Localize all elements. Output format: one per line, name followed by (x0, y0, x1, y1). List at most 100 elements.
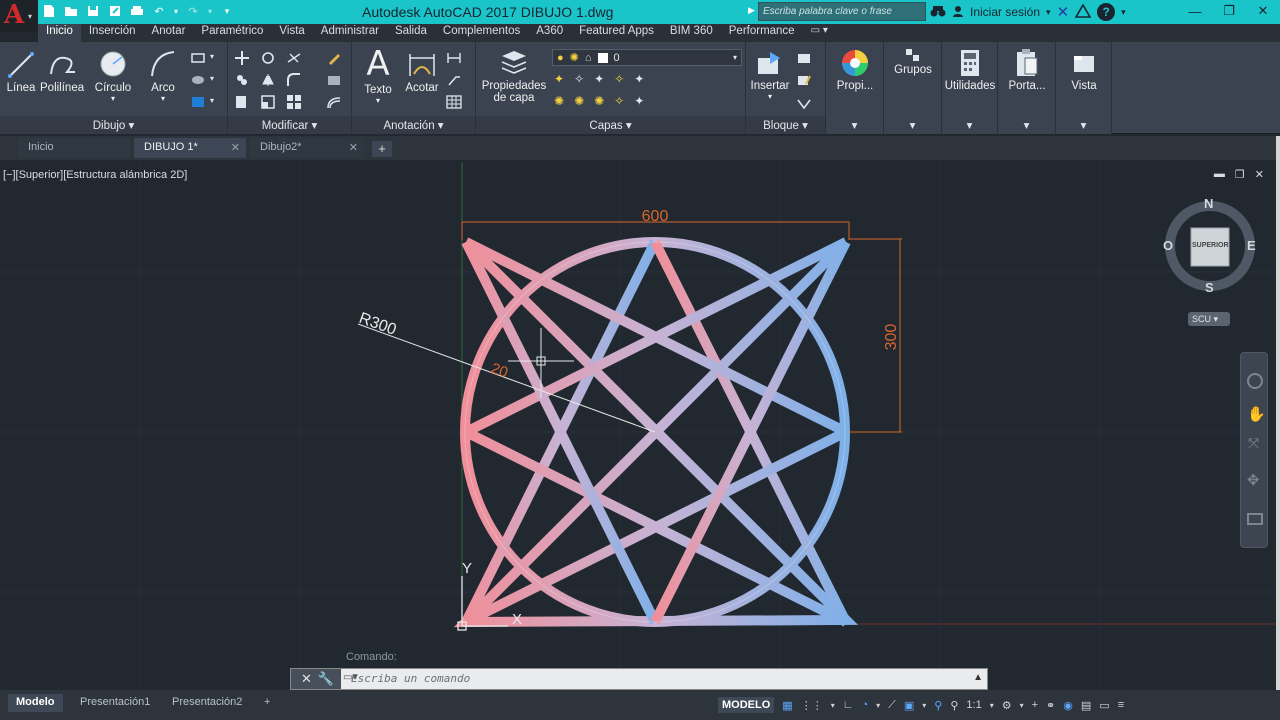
pan-icon[interactable]: ✋ (1247, 405, 1266, 423)
mirror-icon[interactable] (260, 72, 276, 88)
dimension-tool-button[interactable]: Acotar (402, 48, 442, 94)
tab-inicio[interactable]: Inicio (38, 24, 81, 42)
move-icon[interactable] (234, 50, 250, 66)
layer-properties-button[interactable]: Propiedades de capa (480, 48, 548, 104)
erase-icon[interactable] (326, 50, 342, 66)
tab-performance[interactable]: Performance (721, 24, 803, 42)
panel-anotacion-label[interactable]: Anotación ▾ (352, 116, 475, 134)
application-menu-button[interactable]: A ▾ (0, 0, 38, 32)
binoculars-icon[interactable] (930, 5, 946, 20)
ortho-icon[interactable]: ∟ (843, 699, 854, 711)
tab-administrar[interactable]: Administrar (313, 24, 387, 42)
properties-button[interactable]: Propi... (832, 48, 878, 92)
vertical-scrollbar[interactable] (1276, 136, 1280, 700)
tab-insercion[interactable]: Inserción (81, 24, 144, 42)
gradient-icon[interactable] (190, 94, 206, 110)
open-file-icon[interactable] (62, 2, 80, 20)
annotation-visibility-icon[interactable]: ⚲ (934, 699, 942, 712)
user-icon[interactable] (952, 5, 964, 20)
panel-dibujo-label[interactable]: Dibujo ▾ (0, 116, 227, 134)
scale-dropdown-icon[interactable]: ▾ (990, 701, 994, 710)
help-dropdown-icon[interactable]: ▾ (1121, 7, 1126, 18)
isolate-objects-icon[interactable]: ▤ (1081, 699, 1091, 712)
tab-a360[interactable]: A360 (528, 24, 571, 42)
tab-bim360[interactable]: BIM 360 (662, 24, 721, 42)
doc-tab-dibujo1[interactable]: DIBUJO 1* ✕ (134, 138, 246, 158)
annotation-monitor-icon[interactable]: + (1032, 699, 1038, 711)
circle-tool-button[interactable]: Círculo ▾ (92, 48, 134, 103)
clipboard-expand-icon[interactable]: ▾ (998, 116, 1055, 134)
panel-capas-label[interactable]: Capas ▾ (476, 116, 745, 134)
close-window-button[interactable]: ✕ (1246, 0, 1280, 22)
scale-value[interactable]: 1:1 (966, 699, 981, 711)
view-button[interactable]: Vista (1060, 48, 1108, 92)
command-history-toggle-icon[interactable]: ▲ (973, 672, 983, 683)
arc-tool-button[interactable]: Arco ▾ (144, 48, 182, 103)
exchange-apps-icon[interactable]: ✕ (1057, 3, 1070, 21)
utilities-expand-icon[interactable]: ▾ (942, 116, 997, 134)
steering-wheel-icon[interactable] (1247, 373, 1263, 389)
view-expand-icon[interactable]: ▾ (1056, 116, 1111, 134)
restore-button[interactable]: ❐ (1212, 0, 1246, 22)
tab-salida[interactable]: Salida (387, 24, 435, 42)
hatch-icon[interactable] (190, 72, 206, 88)
layout-tab-presentacion2[interactable]: Presentación2 (164, 694, 250, 712)
command-customize-icon[interactable]: 🔧 (318, 671, 334, 687)
offset-icon[interactable] (326, 94, 342, 110)
linear-dim-icon[interactable] (446, 50, 462, 66)
stretch-icon[interactable] (234, 94, 250, 110)
zoom-extents-icon[interactable]: ⤧ (1248, 435, 1259, 452)
hardware-acceleration-icon[interactable]: ◉ (1063, 699, 1073, 712)
search-expand-icon[interactable]: ▶ (748, 5, 755, 16)
arc-dropdown-icon[interactable]: ▾ (144, 94, 182, 103)
orbit-icon[interactable]: ✥ (1247, 471, 1260, 489)
leader-icon[interactable] (446, 72, 462, 88)
layer-dropdown[interactable]: ● ✺ ⌂ 0 ▾ (552, 49, 742, 66)
viewcube-east[interactable]: E (1247, 238, 1256, 253)
layer-tool-6-icon[interactable]: ✺ (554, 94, 564, 108)
layer-tool-3-icon[interactable]: ✦ (594, 72, 604, 86)
minimize-button[interactable]: — (1178, 0, 1212, 22)
clipboard-button[interactable]: Porta... (1002, 48, 1052, 92)
a360-icon[interactable] (1074, 2, 1092, 21)
units-icon[interactable]: ⚭ (1046, 699, 1055, 712)
help-icon[interactable]: ? (1097, 3, 1116, 21)
customize-status-icon[interactable]: ≡ (1118, 699, 1124, 711)
snap-icon[interactable]: ⋮⋮ (801, 699, 823, 712)
workspace-dropdown-icon[interactable]: ▾ (1020, 701, 1024, 710)
showmotion-icon[interactable] (1247, 513, 1263, 525)
tab-parametrico[interactable]: Paramétrico (193, 24, 271, 42)
fillet-icon[interactable] (286, 72, 302, 88)
properties-expand-icon[interactable]: ▾ (826, 116, 883, 134)
attribute-icon[interactable] (796, 94, 812, 110)
layer-tool-7-icon[interactable]: ✺ (574, 94, 584, 108)
text-dropdown-icon[interactable]: ▾ (360, 96, 396, 105)
trim-icon[interactable] (286, 50, 302, 66)
panel-bloque-label[interactable]: Bloque ▾ (746, 116, 825, 134)
save-as-icon[interactable] (106, 2, 124, 20)
polar-icon[interactable]: ◔ (861, 699, 868, 711)
snap-dropdown-icon[interactable]: ▾ (831, 701, 835, 710)
osnap-dropdown-icon[interactable]: ▾ (922, 701, 926, 710)
workspace-gear-icon[interactable]: ⚙ (1002, 699, 1012, 712)
ribbon-options-icon[interactable]: ▭ ▾ (803, 24, 836, 42)
text-tool-button[interactable]: A Texto ▾ (360, 46, 396, 105)
new-file-icon[interactable] (40, 2, 58, 20)
array-icon[interactable] (286, 94, 302, 110)
rotate-icon[interactable] (260, 50, 276, 66)
explode-icon[interactable] (326, 72, 342, 88)
new-tab-button[interactable]: + (372, 141, 392, 157)
tab-vista[interactable]: Vista (271, 24, 312, 42)
layout-tab-presentacion1[interactable]: Presentación1 (72, 694, 158, 712)
utilities-button[interactable]: Utilidades (942, 48, 998, 92)
redo-icon[interactable]: ↷ (184, 2, 202, 20)
create-block-icon[interactable] (796, 50, 812, 66)
undo-dropdown-icon[interactable]: ▾ (172, 2, 180, 20)
polar-dropdown-icon[interactable]: ▾ (876, 701, 880, 710)
draw-more-2-icon[interactable]: ▾ (210, 74, 214, 83)
table-icon[interactable] (446, 94, 462, 110)
viewcube-north[interactable]: N (1204, 196, 1213, 211)
close-tab-dibujo2-icon[interactable]: ✕ (349, 141, 358, 154)
doc-tab-inicio[interactable]: Inicio (18, 138, 130, 158)
tab-complementos[interactable]: Complementos (435, 24, 528, 42)
